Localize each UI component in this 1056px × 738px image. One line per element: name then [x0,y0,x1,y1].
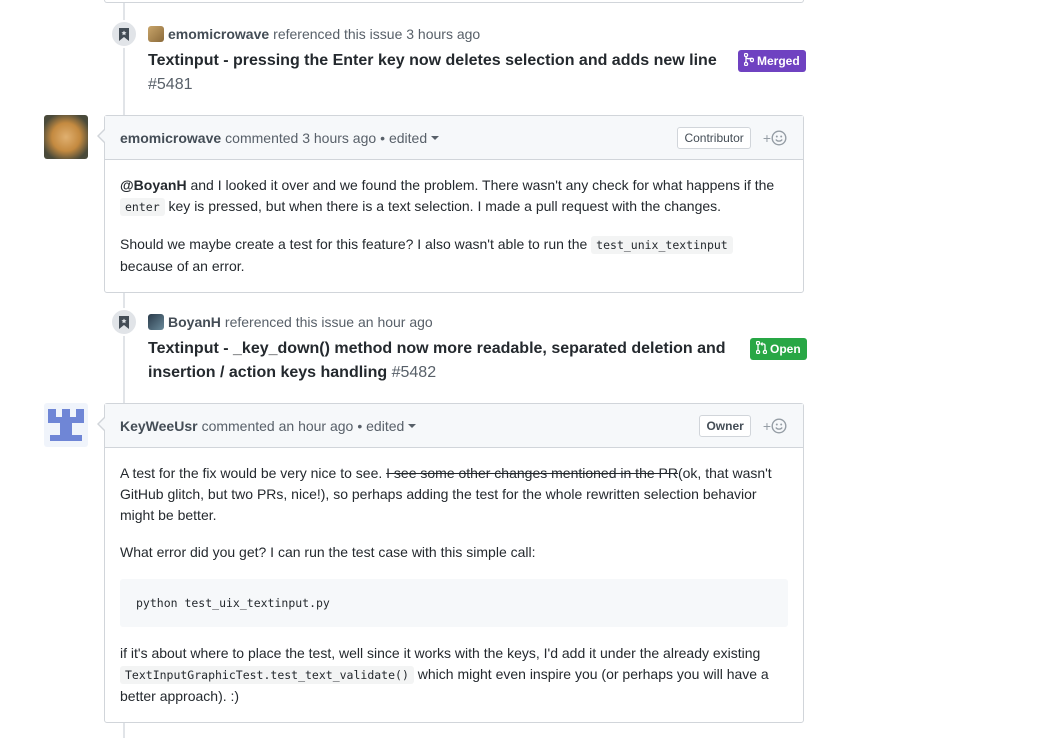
inline-code: TextInputGraphicTest.test_text_validate(… [120,666,414,684]
text: Should we maybe create a test for this f… [120,236,592,252]
text: key is pressed, but when there is a text… [164,198,722,214]
avatar[interactable] [44,403,88,447]
comment-action: commented [201,417,275,434]
pr-title-link[interactable]: Textinput - pressing the Enter key now d… [148,52,717,69]
reference-header: BoyanH referenced this issue an hour ago [148,314,433,330]
text: if it's about where to place the test, w… [120,645,761,661]
avatar[interactable] [148,314,164,330]
add-reaction-button[interactable]: + [763,130,787,146]
smiley-icon [771,129,787,146]
edited-label: • edited [357,417,405,434]
pr-number-link[interactable]: #5481 [148,76,193,93]
pr-title-link[interactable]: Textinput - _key_down() method now more … [148,340,726,381]
comment-time[interactable]: 3 hours ago [302,130,376,146]
text: because of an error. [120,258,245,274]
state-label: Open [770,342,801,356]
state-badge-merged: Merged [738,50,806,72]
comment-header: KeyWeeUsr commented an hour ago • edited… [105,404,803,448]
comment-paragraph: A test for the fix would be very nice to… [120,463,788,526]
reference-action: referenced this issue [224,314,355,330]
comment-body: A test for the fix would be very nice to… [105,448,803,722]
comment-paragraph: Should we maybe create a test for this f… [120,234,788,277]
inline-code: enter [120,198,165,216]
reference-author[interactable]: BoyanH [168,314,221,330]
comment-paragraph: @BoyanH and I looked it over and we foun… [120,175,788,218]
edited-dropdown[interactable]: • edited [380,129,440,146]
chevron-down-icon [431,135,440,140]
code-block: python test_uix_textinput.py [120,579,788,627]
edited-label: • edited [380,129,428,146]
comment-action: commented [225,129,299,146]
role-badge: Contributor [677,126,751,149]
comment-emomicrowave: emomicrowave commented 3 hours ago • edi… [97,115,804,293]
git-merge-icon [743,52,755,69]
user-mention[interactable]: @BoyanH [120,177,187,193]
git-pull-request-icon [755,340,768,357]
comment-body: @BoyanH and I looked it over and we foun… [105,160,803,292]
bookmark-icon [110,20,138,48]
smiley-icon [771,417,787,434]
pr-number-link[interactable]: #5482 [392,364,437,381]
text: and I looked it over and we found the pr… [186,177,775,193]
reference-title: Textinput - _key_down() method now more … [148,337,728,385]
comment-header: emomicrowave commented 3 hours ago • edi… [105,116,803,160]
reference-time[interactable]: an hour ago [358,314,433,330]
comment-keyweeusr: KeyWeeUsr commented an hour ago • edited… [97,403,804,723]
comment-time[interactable]: an hour ago [279,418,354,434]
add-reaction-button[interactable]: + [763,418,787,434]
avatar[interactable] [148,26,164,42]
role-badge: Owner [699,414,751,437]
comment-paragraph: if it's about where to place the test, w… [120,643,788,707]
comment-paragraph: What error did you get? I can run the te… [120,544,536,560]
reference-author[interactable]: emomicrowave [168,26,269,42]
reference-action: referenced this issue [273,26,403,42]
avatar[interactable] [44,115,88,159]
comment-author[interactable]: emomicrowave [120,130,221,146]
previous-comment-bottom [104,0,804,3]
plus-icon: + [762,417,771,434]
state-badge-open: Open [750,338,807,360]
edited-dropdown[interactable]: • edited [357,417,417,434]
comment-author[interactable]: KeyWeeUsr [120,418,198,434]
text: A test for the fix would be very nice to… [120,465,387,481]
chevron-down-icon [408,423,417,428]
inline-code: test_unix_textinput [591,236,733,254]
reference-title: Textinput - pressing the Enter key now d… [148,49,728,97]
strikethrough-text: I see some other changes mentioned in th… [386,465,678,481]
reference-header: emomicrowave referenced this issue 3 hou… [148,26,480,42]
state-label: Merged [757,54,800,68]
bookmark-icon [110,308,138,336]
reference-time[interactable]: 3 hours ago [406,26,480,42]
plus-icon: + [762,129,771,146]
